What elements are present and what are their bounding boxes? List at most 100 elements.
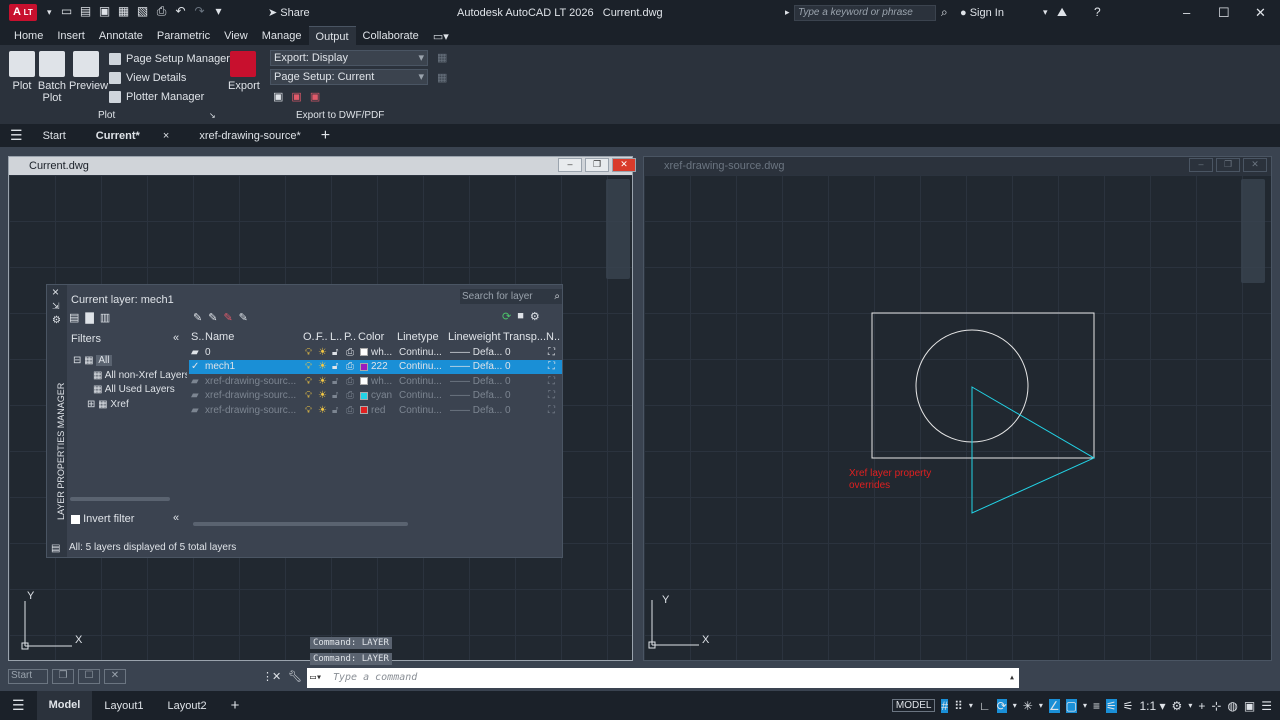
minimized-close-button[interactable]: ✕	[104, 669, 126, 684]
filter-tree-used[interactable]: ▦ All Used Layers	[73, 383, 187, 398]
snap-icon[interactable]: ⠿	[954, 699, 963, 713]
app-menu-chevron-icon[interactable]: ▾	[47, 7, 52, 18]
export-select[interactable]: Export: Display	[270, 50, 428, 66]
layer-row[interactable]: ▰ xref-drawing-sourc... 💡︎ ☀ 🔓︎ ⎙ red Continu..…	[189, 403, 562, 418]
units-icon[interactable]: ⊹	[1211, 699, 1221, 713]
tab-parametric[interactable]: Parametric	[150, 26, 217, 45]
customization-icon[interactable]: ☰	[1261, 699, 1272, 713]
file-tab-xref[interactable]: xref-drawing-source*	[189, 130, 310, 142]
palette-close-icon[interactable]: ×	[52, 285, 59, 299]
isolate-objects-icon[interactable]: ◍	[1227, 699, 1237, 713]
file-tab-current[interactable]: Current* ×	[76, 130, 190, 142]
vp-freeze-icon[interactable]: ⛶	[546, 390, 560, 401]
export-preview-icon[interactable]: ▣	[273, 90, 283, 103]
on-bulb-icon[interactable]: 💡︎	[303, 347, 316, 358]
page-setup-manager-button[interactable]: Page Setup Manager	[109, 49, 230, 68]
settings-icon[interactable]: ⚙	[530, 310, 540, 323]
undo-icon[interactable]: ↶	[174, 5, 187, 18]
lock-icon[interactable]: 🔓︎	[330, 347, 344, 358]
window-minimize-button[interactable]: –	[1189, 158, 1213, 172]
new-group-filter-icon[interactable]: ▇	[85, 311, 93, 324]
minimize-button[interactable]: –	[1183, 5, 1190, 20]
layer-status-icon[interactable]: ▰	[189, 347, 203, 358]
freeze-sun-icon[interactable]: ☀	[316, 361, 330, 372]
search-icon[interactable]: ⌕	[941, 5, 948, 20]
redo-icon[interactable]: ↷	[193, 5, 206, 18]
plot-button[interactable]: Plot	[8, 51, 36, 92]
ortho-icon[interactable]: ∟	[979, 699, 991, 713]
col-on[interactable]: O..	[303, 331, 318, 343]
tab-view[interactable]: View	[217, 26, 255, 45]
add-scale-icon[interactable]: +	[1198, 699, 1205, 713]
color-swatch[interactable]	[360, 406, 368, 415]
tab-home[interactable]: Home	[7, 26, 50, 45]
export-settings-icon[interactable]: ▣	[310, 90, 320, 103]
vp-freeze-icon[interactable]: ⛶	[546, 405, 560, 416]
layer-row[interactable]: ▰ 0 💡︎ ☀ 🔓︎ ⎙ wh... Continu... —— Defa... 0 ⛶	[189, 345, 562, 360]
new-layer-icon[interactable]: ✎	[193, 311, 202, 324]
on-bulb-icon[interactable]: 💡︎	[303, 376, 316, 387]
right-model-space[interactable]: Y X Xref layer property overrides	[644, 175, 1271, 660]
refresh-icon[interactable]: ⟳	[502, 310, 511, 323]
layer-row[interactable]: ▰ xref-drawing-sourc... 💡︎ ☀ 🔓︎ ⎙ cyan Continu.…	[189, 389, 562, 404]
tab-layout2[interactable]: Layout2	[156, 700, 219, 712]
panel-launcher-icon[interactable]: ↘	[209, 111, 216, 120]
new-tab-icon[interactable]: +	[311, 127, 340, 145]
sign-in-button[interactable]: ● Sign In	[960, 7, 1004, 19]
stop-icon[interactable]: ■	[517, 310, 524, 323]
file-tab-start[interactable]: Start	[33, 130, 76, 142]
workspace-dropdown-icon[interactable]: ▾	[1188, 701, 1192, 710]
col-lineweight[interactable]: Lineweight	[448, 331, 503, 343]
lineweight-icon[interactable]: ≡	[1093, 699, 1100, 713]
freeze-sun-icon[interactable]: ☀	[316, 376, 330, 387]
invert-filter-checkbox[interactable]: Invert filter	[71, 513, 134, 525]
filter-tree-non-xref[interactable]: ▦ All non-Xref Layers	[73, 369, 187, 384]
palette-properties-icon[interactable]: ⚙	[52, 315, 61, 326]
command-input[interactable]: ▭▾ Type a command ▴	[307, 668, 1019, 688]
tab-output[interactable]: Output	[308, 26, 356, 45]
filter-tree-all[interactable]: ⊟ ▦ All	[73, 354, 187, 369]
plot-printer-icon[interactable]: ⎙	[344, 361, 358, 372]
minimized-start-tab[interactable]: Start	[8, 669, 48, 684]
plot-printer-icon[interactable]: ⎙	[344, 405, 358, 416]
help-icon[interactable]: ?	[1094, 5, 1101, 19]
close-tab-icon[interactable]: ×	[153, 130, 179, 142]
print-icon[interactable]: ⎙	[155, 5, 168, 18]
palette-menu-icon[interactable]: ▤	[51, 543, 60, 554]
layer-states-manager-icon[interactable]: ▥	[100, 311, 110, 324]
command-customize-icon[interactable]: 🔧︎	[288, 670, 302, 683]
hamburger-menu-icon[interactable]: ☰	[0, 127, 33, 144]
set-current-icon[interactable]: ✎	[239, 311, 248, 324]
layer-status-icon[interactable]: ▰	[189, 376, 203, 387]
share-button[interactable]: ➤ Share	[268, 6, 310, 19]
export-options-icon[interactable]: ▦	[437, 51, 447, 64]
plotter-manager-button[interactable]: Plotter Manager	[109, 87, 230, 106]
save-icon[interactable]: ▣	[98, 5, 111, 18]
view-details-button[interactable]: View Details	[109, 68, 230, 87]
vp-freeze-icon[interactable]: ⛶	[546, 376, 560, 387]
snap-dropdown-icon[interactable]: ▾	[969, 701, 973, 710]
autodesk-account-icon[interactable]: ⛰	[1057, 5, 1067, 20]
freeze-sun-icon[interactable]: ☀	[316, 405, 330, 416]
annotation-autoscale-icon[interactable]: ⚟	[1123, 699, 1134, 713]
new-layer-vp-frozen-icon[interactable]: ✎	[208, 311, 217, 324]
tab-model[interactable]: Model	[36, 691, 93, 720]
window-restore-button[interactable]: ❐	[585, 158, 609, 172]
qat-dropdown-icon[interactable]: ▾	[212, 5, 225, 18]
tab-manage[interactable]: Manage	[255, 26, 309, 45]
col-name[interactable]: Name	[203, 331, 303, 343]
palette-autohide-icon[interactable]: ⇲	[52, 301, 60, 312]
command-close-icon[interactable]: ✕	[272, 670, 281, 683]
close-button[interactable]: ✕	[1255, 5, 1266, 21]
collapse-filters-icon[interactable]: «	[173, 332, 179, 344]
command-history-toggle-icon[interactable]: ▴	[1009, 668, 1015, 688]
col-status[interactable]: S..	[189, 331, 204, 343]
plot-printer-icon[interactable]: ⎙	[344, 376, 358, 387]
page-setup-select[interactable]: Page Setup: Current	[270, 69, 428, 85]
layer-status-icon[interactable]: ✓	[189, 361, 203, 372]
annotation-scale[interactable]: 1:1 ▾	[1140, 699, 1166, 713]
on-bulb-icon[interactable]: 💡︎	[303, 405, 316, 416]
open-file-icon[interactable]: ▤	[79, 5, 92, 18]
tab-insert[interactable]: Insert	[50, 26, 92, 45]
ribbon-options-icon[interactable]: ▭▾	[426, 26, 456, 45]
